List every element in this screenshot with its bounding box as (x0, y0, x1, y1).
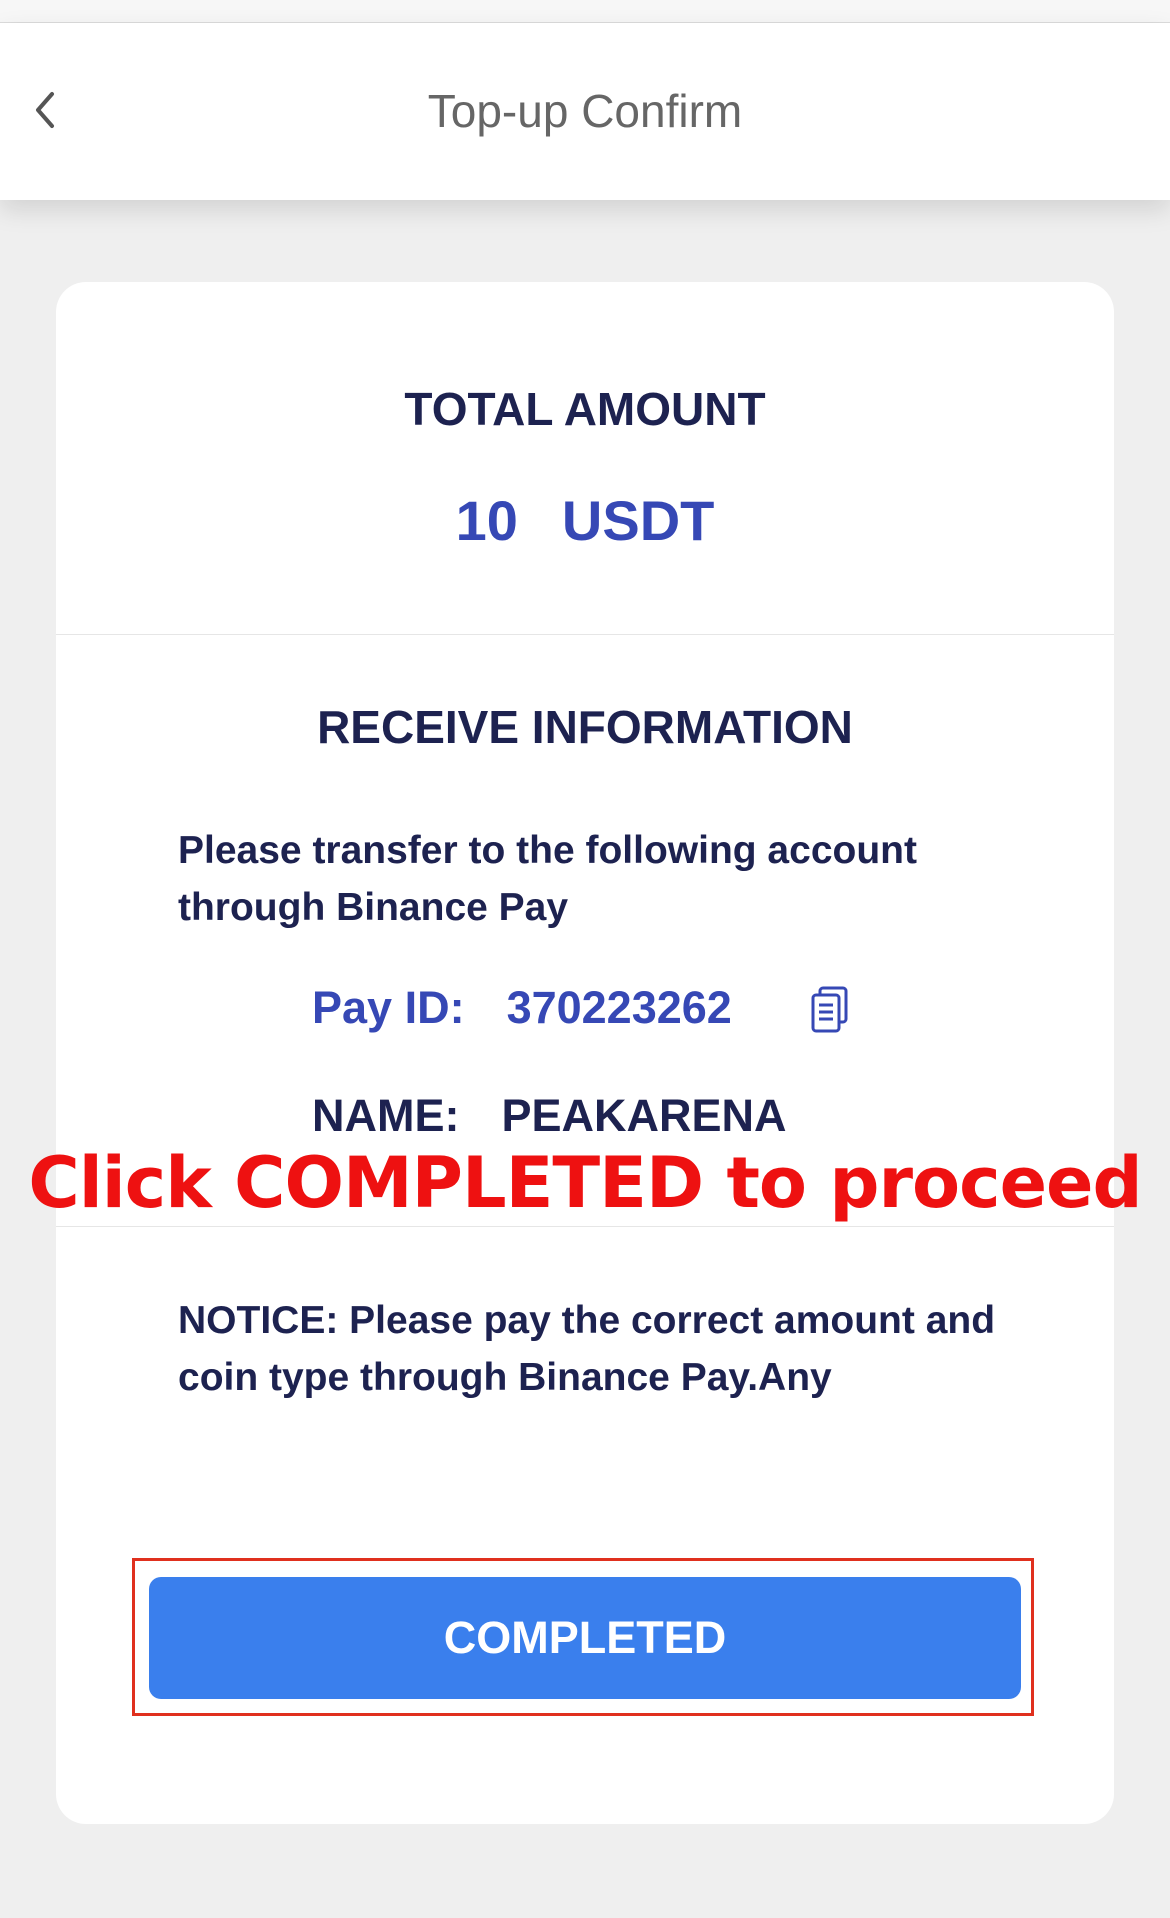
notice-text: NOTICE: Please pay the correct amount an… (178, 1299, 996, 1399)
name-value: PEAKARENA (501, 1090, 787, 1141)
pay-id-label: Pay ID: (312, 982, 465, 1033)
transfer-instruction: Please transfer to the following account… (178, 829, 917, 929)
pay-id-row: Pay ID: 370223262 (312, 982, 732, 1042)
copy-button[interactable] (810, 986, 850, 1034)
divider (56, 634, 1114, 635)
status-bar (0, 0, 1170, 23)
amount-currency: USDT (561, 489, 715, 552)
proceed-instruction-overlay: Click COMPLETED to proceed (28, 1142, 1142, 1224)
name-label: NAME: (312, 1090, 460, 1141)
top-nav-bar: Top-up Confirm (0, 23, 1170, 200)
total-amount-label: TOTAL AMOUNT (404, 383, 766, 435)
name-row: NAME: PEAKARENA (312, 1090, 787, 1142)
divider (56, 1226, 1114, 1227)
completed-button[interactable]: COMPLETED (149, 1577, 1021, 1699)
amount-number: 10 (455, 489, 518, 552)
total-amount-value: 10 USDT (56, 488, 1114, 553)
pay-id-value[interactable]: 370223262 (507, 982, 732, 1034)
copy-icon (811, 986, 848, 1033)
receive-info-title: RECEIVE INFORMATION (317, 701, 853, 753)
page-title: Top-up Confirm (427, 85, 743, 137)
